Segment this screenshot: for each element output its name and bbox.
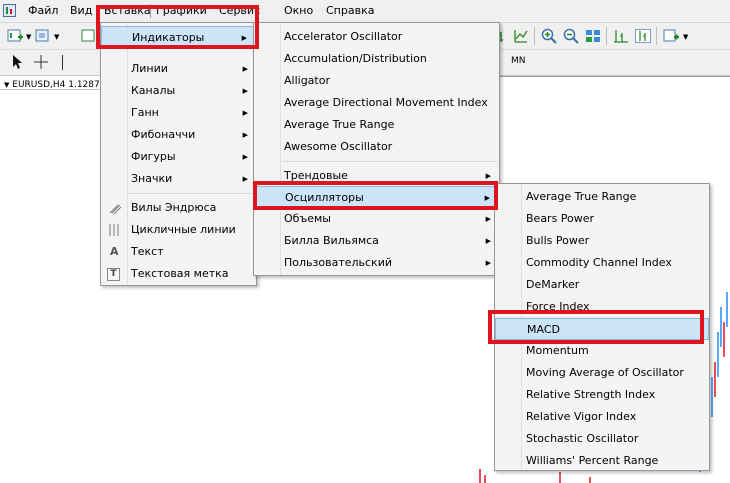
text-icon: A — [110, 245, 119, 258]
menu-item-trend[interactable]: Трендовые ▶ — [254, 165, 499, 187]
vertical-line-icon[interactable] — [62, 55, 63, 70]
menu-divider — [150, 4, 151, 18]
menu-item-williams-percent-range[interactable]: Williams' Percent Range — [495, 450, 709, 472]
menu-item-rsi[interactable]: Relative Strength Index — [495, 384, 709, 406]
menu-item-average-true-range[interactable]: Average True Range — [254, 114, 499, 136]
menu-item-admi[interactable]: Average Directional Movement Index — [254, 92, 499, 114]
profiles-icon[interactable] — [34, 27, 52, 45]
menu-item-bill-williams[interactable]: Билла Вильямса ▶ — [254, 230, 499, 252]
menu-item-lines[interactable]: Линии ▶ — [101, 58, 256, 80]
dropdown-arrow-icon[interactable]: ▼ — [26, 33, 31, 41]
cursor-icon[interactable] — [8, 53, 26, 71]
chart-symbol-label: ▼ EURUSD,H4 1.1287 — [4, 80, 100, 90]
menu-charts[interactable]: Графики — [156, 0, 207, 22]
menu-item-fibonacci[interactable]: Фибоначчи ▶ — [101, 124, 256, 146]
collapse-arrow-icon[interactable]: ▼ — [4, 81, 9, 89]
toolbar-divider — [656, 27, 657, 45]
menu-item-indicators[interactable]: Индикаторы ▶ — [101, 26, 256, 48]
menu-tools[interactable]: Сервис — [219, 0, 260, 22]
menu-item-osc-average-true-range[interactable]: Average True Range — [495, 186, 709, 208]
menu-item-bears-power[interactable]: Bears Power — [495, 208, 709, 230]
tile-windows-icon[interactable] — [584, 27, 602, 45]
menu-item-text[interactable]: A Текст — [101, 241, 256, 263]
dropdown-arrow-icon[interactable]: ▼ — [683, 33, 688, 41]
menu-help[interactable]: Справка — [326, 0, 374, 22]
menu-item-demarker[interactable]: DeMarker — [495, 274, 709, 296]
menu-item-channels[interactable]: Каналы ▶ — [101, 80, 256, 102]
auto-scroll-icon[interactable] — [634, 27, 652, 45]
menu-file[interactable]: Файл — [28, 0, 58, 22]
toolbar-divider — [534, 27, 535, 45]
menu-item-macd[interactable]: MACD — [495, 318, 709, 340]
menu-insert[interactable]: Вставка — [104, 0, 151, 22]
menu-item-gann[interactable]: Ганн ▶ — [101, 102, 256, 124]
indicators-menu: Accelerator Oscillator Accumulation/Dist… — [253, 22, 500, 276]
menu-window[interactable]: Окно — [284, 0, 313, 22]
menu-item-osma[interactable]: Moving Average of Oscillator — [495, 362, 709, 384]
menu-item-volumes[interactable]: Объемы ▶ — [254, 208, 499, 230]
menu-view[interactable]: Вид — [70, 0, 92, 22]
timeframe-mn[interactable]: MN — [511, 56, 526, 66]
menu-separator — [129, 193, 254, 194]
menu-item-accumulation-distribution[interactable]: Accumulation/Distribution — [254, 48, 499, 70]
indicators-list-icon[interactable] — [662, 27, 680, 45]
menu-item-oscillators[interactable]: Осцилляторы ▶ — [254, 186, 499, 208]
chart-shift-icon[interactable] — [612, 27, 630, 45]
menu-item-accelerator-oscillator[interactable]: Accelerator Oscillator — [254, 26, 499, 48]
menu-item-custom[interactable]: Пользовательский ▶ — [254, 252, 499, 274]
text-label-icon: T — [107, 268, 120, 281]
menu-item-andrews-pitchfork[interactable]: Вилы Эндрюса — [101, 197, 256, 219]
menu-separator — [282, 161, 497, 162]
insert-menu: Индикаторы ▶ Линии ▶ Каналы ▶ Ганн ▶ Фибонач… — [100, 22, 257, 286]
oscillators-menu: Average True Range Bears Power Bulls Pow… — [494, 183, 710, 471]
menu-item-text-label[interactable]: T Текстовая метка — [101, 263, 256, 285]
line-chart-icon[interactable] — [512, 27, 530, 45]
menu-item-force-index[interactable]: Force Index — [495, 296, 709, 318]
menu-item-awesome-oscillator[interactable]: Awesome Oscillator — [254, 136, 499, 158]
menu-item-stochastic[interactable]: Stochastic Oscillator — [495, 428, 709, 450]
new-chart-icon[interactable] — [6, 27, 24, 45]
menu-item-cci[interactable]: Commodity Channel Index — [495, 252, 709, 274]
market-watch-icon[interactable] — [80, 27, 98, 45]
menu-item-cycle-lines[interactable]: Цикличные линии — [101, 219, 256, 241]
app-icon — [3, 4, 16, 17]
zoom-out-icon[interactable] — [562, 27, 580, 45]
menu-item-arrows[interactable]: Значки ▶ — [101, 168, 256, 190]
menu-item-alligator[interactable]: Alligator — [254, 70, 499, 92]
menu-item-shapes[interactable]: Фигуры ▶ — [101, 146, 256, 168]
menu-item-momentum[interactable]: Momentum — [495, 340, 709, 362]
dropdown-arrow-icon[interactable]: ▼ — [54, 33, 59, 41]
menu-bar: Файл Вид Вставка Графики Сервис Окно Спр… — [0, 0, 730, 23]
toolbar-divider — [606, 27, 607, 45]
crosshair-icon[interactable] — [32, 53, 50, 71]
menu-item-bulls-power[interactable]: Bulls Power — [495, 230, 709, 252]
zoom-in-icon[interactable] — [540, 27, 558, 45]
menu-item-rvi[interactable]: Relative Vigor Index — [495, 406, 709, 428]
